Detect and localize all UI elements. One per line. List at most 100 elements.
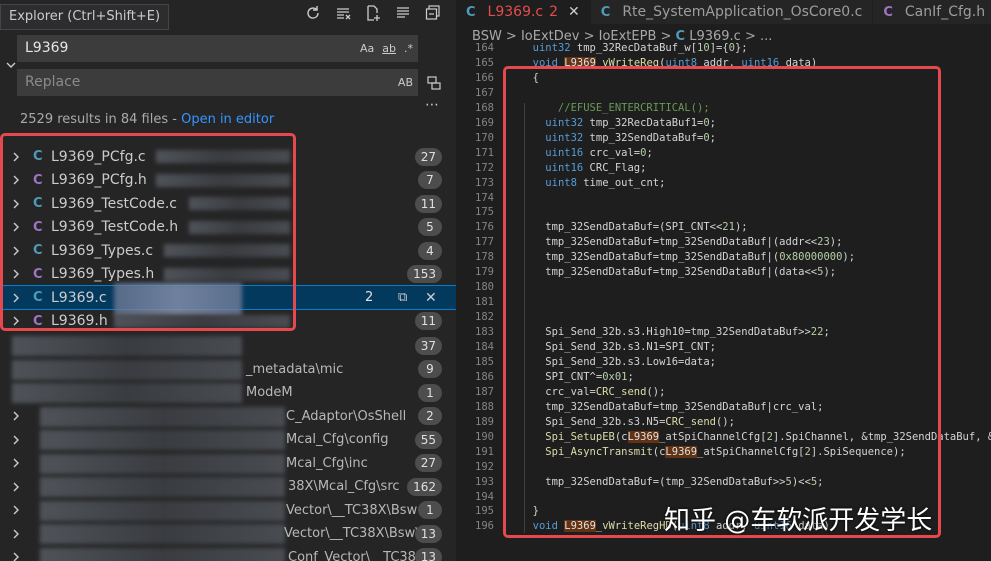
chevron-right-icon[interactable] — [9, 503, 23, 517]
chevron-right-icon[interactable] — [9, 433, 23, 447]
chevron-right-icon[interactable] — [9, 409, 23, 423]
tab-canif-cfg[interactable]: C CanIf_Cfg.h — [873, 0, 991, 24]
result-folder-row[interactable]: Vector\__TC38X\Bsw 1 — [0, 499, 456, 522]
match-count-badge: 7 — [418, 171, 442, 189]
line-number: 194 — [475, 490, 494, 503]
redacted-path — [40, 524, 285, 544]
line-number: 186 — [475, 370, 494, 383]
watermark: 知乎 @车软派开发学长 — [664, 506, 933, 536]
redacted-path — [40, 406, 285, 427]
result-folder-path: _metadata\mic — [246, 361, 344, 377]
result-folder-row[interactable]: 38X\Mcal_Cfg\src 162 — [0, 475, 456, 498]
line-number: 171 — [475, 146, 494, 159]
code-line[interactable]: uint32 tmp_32RecDataBuf_w[10]={0}; — [520, 42, 748, 54]
line-number: 182 — [475, 311, 494, 324]
search-toolbar — [302, 2, 444, 24]
redacted-path — [12, 359, 242, 380]
result-folder-path: Vector\__TC38X\Bsw — [286, 502, 418, 518]
match-count: 2 — [365, 290, 374, 305]
line-number: 196 — [475, 520, 494, 533]
replace-in-file-icon[interactable]: ⧉ — [398, 290, 407, 305]
results-summary: 2529 results in 84 files - Open in edito… — [20, 112, 274, 127]
search-input[interactable]: L9369 Aa ab .* — [17, 35, 418, 62]
open-in-editor-link[interactable]: Open in editor — [181, 112, 274, 127]
replace-all-icon[interactable] — [424, 73, 444, 93]
result-folder-row[interactable]: _metadata\mic 9 — [0, 358, 456, 381]
line-number: 185 — [475, 355, 494, 368]
match-count-badge: 1 — [418, 501, 442, 519]
redacted-path — [40, 430, 285, 450]
clear-results-icon[interactable] — [332, 2, 354, 24]
editor-tabs: C L9369.c 2 ✕ C Rte_SystemApplication_Os… — [456, 0, 991, 24]
redacted-path — [40, 500, 285, 521]
match-count-badge: 9 — [418, 360, 442, 378]
use-regex-toggle[interactable]: .* — [404, 36, 413, 61]
highlight-box-results — [0, 133, 296, 331]
view-as-list-icon[interactable] — [392, 2, 414, 24]
refresh-icon[interactable] — [302, 2, 324, 24]
dismiss-icon[interactable]: ✕ — [425, 290, 437, 306]
match-count-badge: 13 — [414, 524, 442, 543]
close-tab-icon[interactable]: ✕ — [568, 4, 580, 20]
line-number: 193 — [475, 475, 494, 488]
results-count: 2529 results in 84 files - — [20, 112, 182, 127]
result-folder-path: C_Adaptor\OsShell — [286, 408, 407, 424]
line-number: 164 — [475, 42, 494, 54]
line-number: 181 — [475, 296, 494, 309]
match-count-badge: 13 — [414, 548, 442, 561]
c-file-icon: C — [600, 4, 611, 20]
result-folder-row[interactable]: Mcal_Cfg\inc 27 — [0, 452, 456, 475]
line-number: 177 — [475, 236, 494, 249]
result-folder-row[interactable]: Conf_Vector\__TC38X... 13 — [0, 546, 456, 561]
redacted-path — [40, 547, 285, 561]
result-folder-path: Mcal_Cfg\inc — [286, 455, 368, 471]
line-number: 187 — [475, 385, 494, 398]
line-number: 189 — [475, 415, 494, 428]
result-folder-row[interactable]: 37 — [0, 334, 456, 357]
redacted-path — [12, 383, 242, 403]
chevron-right-icon[interactable] — [9, 456, 23, 470]
search-input-value: L9369 — [25, 40, 69, 56]
match-whole-word-toggle[interactable]: ab — [382, 36, 396, 61]
line-number: 192 — [475, 460, 494, 473]
line-number: 165 — [475, 56, 494, 69]
line-number: 183 — [475, 326, 494, 339]
result-folder-path: Mcal_Cfg\config — [286, 432, 389, 447]
tab-l9369-c[interactable]: C L9369.c 2 ✕ — [456, 0, 591, 24]
line-number: 173 — [475, 176, 494, 189]
match-case-toggle[interactable]: Aa — [360, 36, 374, 61]
result-folder-row[interactable]: ModeM 1 — [0, 381, 456, 404]
chevron-right-icon[interactable] — [9, 527, 23, 541]
tab-label: L9369.c — [487, 4, 544, 20]
chevron-right-icon[interactable] — [9, 480, 23, 494]
c-file-icon: C — [466, 4, 476, 20]
modified-count: 2 — [549, 4, 559, 20]
result-folder-row[interactable]: Mcal_Cfg\config 55 — [0, 428, 456, 451]
collapse-all-icon[interactable] — [422, 2, 444, 24]
result-folder-path: 38X\Mcal_Cfg\src — [288, 479, 400, 494]
preserve-case-toggle[interactable]: AB — [398, 70, 413, 95]
match-count-badge: 153 — [407, 265, 442, 283]
new-search-editor-icon[interactable] — [362, 2, 384, 24]
line-number: 170 — [475, 131, 494, 144]
chevron-right-icon[interactable] — [9, 550, 23, 561]
match-count-badge: 162 — [407, 477, 442, 496]
result-folder-row[interactable]: C_Adaptor\OsShell 2 — [0, 405, 456, 428]
replace-placeholder: Replace — [25, 74, 81, 90]
c-file-icon: C — [883, 4, 893, 20]
match-count-badge: 55 — [414, 430, 442, 449]
match-count-badge: 4 — [418, 241, 442, 260]
more-options-icon[interactable]: ⋯ — [422, 95, 442, 115]
line-number: 188 — [475, 400, 494, 413]
replace-input[interactable]: Replace AB — [17, 69, 418, 96]
match-count-badge: 11 — [414, 312, 442, 330]
match-count-badge: 5 — [418, 218, 442, 236]
line-number: 168 — [475, 101, 494, 114]
toggle-replace-icon[interactable] — [4, 58, 18, 72]
line-number: 166 — [475, 71, 494, 84]
redacted-path — [12, 336, 242, 356]
line-number: 178 — [475, 251, 494, 264]
tab-label: CanIf_Cfg.h — [904, 4, 986, 20]
tab-rte-systemapplication[interactable]: C Rte_SystemApplication_OsCore0.c — [591, 0, 874, 24]
result-folder-row[interactable]: Vector\__TC38X\Bsw\... 13 — [0, 522, 456, 545]
